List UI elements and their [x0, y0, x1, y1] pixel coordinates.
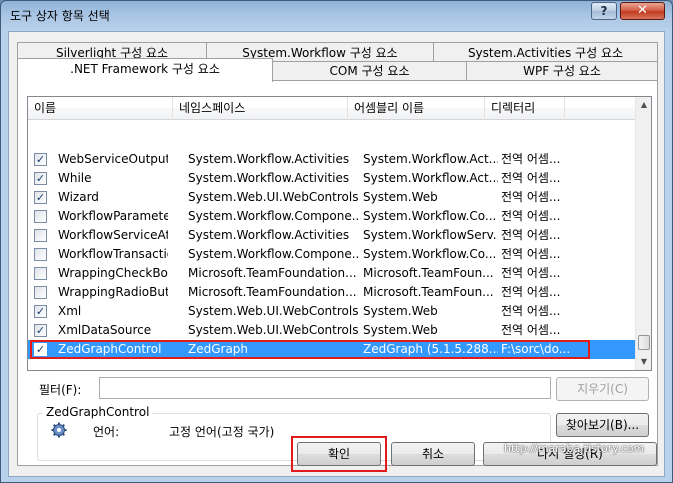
- component-list[interactable]: 이름 네임스페이스 어셈블리 이름 디렉터리 ✓ WebServiceOutput…: [27, 96, 652, 371]
- cancel-button[interactable]: 취소: [391, 442, 475, 466]
- item-namespace: Microsoft.TeamFoundation....: [188, 285, 358, 299]
- list-item[interactable]: ✓ ZedGraphControl ZedGraph ZedGraph (5.1.5.…: [28, 340, 635, 359]
- scroll-up-icon[interactable]: ▲: [636, 97, 651, 113]
- list-item[interactable]: ✓ XmlDataSource System.Web.UI.WebControls S…: [28, 321, 635, 340]
- item-directory: 전역 어셈...: [501, 152, 561, 166]
- item-namespace: System.Web.UI.WebControls: [188, 304, 358, 318]
- filter-label: 필터(F):: [39, 383, 82, 397]
- list-item[interactable]: WrappingCheckBox Microsoft.TeamFoundation…: [28, 264, 635, 283]
- list-item[interactable]: ✓ Wizard System.Web.UI.WebControls System.W…: [28, 188, 635, 207]
- item-directory: 전역 어셈...: [501, 209, 561, 223]
- item-checkbox[interactable]: [34, 229, 47, 242]
- item-name: While: [58, 171, 92, 185]
- window-title: 도구 상자 항목 선택: [10, 9, 110, 23]
- item-namespace: System.Workflow.Activities: [188, 171, 350, 185]
- item-assembly: System.Workflow.Act...: [363, 171, 498, 185]
- clear-button[interactable]: 지우기(C): [556, 377, 649, 401]
- item-checkbox[interactable]: ✓: [34, 324, 47, 337]
- item-namespace: System.Web.UI.WebControls: [188, 323, 358, 337]
- item-assembly: System.WorkflowServ...: [363, 228, 498, 242]
- item-name: WorkflowTransactio...: [58, 247, 168, 261]
- item-directory: F:\sorc\do...: [501, 342, 571, 356]
- language-value: 고정 언어(고정 국가): [169, 425, 275, 439]
- item-checkbox[interactable]: ✓: [34, 153, 47, 166]
- item-directory: 전역 어셈...: [501, 285, 561, 299]
- item-checkbox[interactable]: ✓: [34, 343, 47, 356]
- item-assembly: System.Workflow.Act...: [363, 152, 498, 166]
- column-header-directory[interactable]: 디렉터리: [485, 97, 565, 120]
- item-checkbox[interactable]: ✓: [34, 172, 47, 185]
- dialog-window: 도구 상자 항목 선택 ? ✕ Silverlight 구성 요소 System…: [0, 0, 673, 483]
- item-assembly: Microsoft.TeamFoun...: [363, 266, 494, 280]
- item-name: WorkflowServiceAttr...: [58, 228, 168, 242]
- item-directory: 전역 어셈...: [501, 228, 561, 242]
- item-directory: 전역 어셈...: [501, 171, 561, 185]
- tab-com[interactable]: COM 구성 요소: [272, 61, 467, 81]
- item-assembly: Microsoft.TeamFoun...: [363, 285, 494, 299]
- item-directory: 전역 어셈...: [501, 304, 561, 318]
- scroll-down-icon[interactable]: ▼: [636, 354, 651, 370]
- list-rows: ✓ WebServiceOutput System.Workflow.Activit…: [28, 150, 635, 359]
- list-item[interactable]: ✓ WebServiceOutput System.Workflow.Activit…: [28, 150, 635, 169]
- column-header-namespace[interactable]: 네임스페이스: [173, 97, 348, 120]
- item-namespace: ZedGraph: [188, 342, 249, 356]
- filter-input[interactable]: [99, 377, 551, 399]
- item-namespace: System.Web.UI.WebControls: [188, 190, 358, 204]
- item-namespace: System.Workflow.Compone...: [188, 209, 358, 223]
- item-checkbox[interactable]: ✓: [34, 305, 47, 318]
- item-checkbox[interactable]: [34, 210, 47, 223]
- list-item[interactable]: WorkflowParameter... System.Workflow.Comp…: [28, 207, 635, 226]
- language-key: 언어:: [93, 425, 120, 439]
- item-name: XmlDataSource: [58, 323, 152, 337]
- item-namespace: Microsoft.TeamFoundation....: [188, 266, 358, 280]
- gear-icon: [51, 422, 67, 438]
- item-name: WrappingRadioButton: [58, 285, 168, 299]
- ok-button[interactable]: 확인: [297, 442, 381, 466]
- item-directory: 전역 어셈...: [501, 266, 561, 280]
- item-name: Wizard: [58, 190, 99, 204]
- list-item[interactable]: ✓ Xml System.Web.UI.WebControls System.Web 전…: [28, 302, 635, 321]
- item-namespace: System.Workflow.Activities: [188, 152, 350, 166]
- item-assembly: System.Web: [363, 304, 438, 318]
- item-assembly: System.Workflow.Co...: [363, 247, 497, 261]
- component-info-title: ZedGraphControl: [43, 405, 153, 419]
- item-directory: 전역 어셈...: [501, 190, 561, 204]
- tab-dotnet-framework[interactable]: .NET Framework 구성 요소: [17, 58, 273, 82]
- item-directory: 전역 어셈...: [501, 323, 561, 337]
- list-item[interactable]: ✓ While System.Workflow.Activities System.W…: [28, 169, 635, 188]
- browse-button[interactable]: 찾아보기(B)...: [556, 413, 649, 437]
- item-assembly: System.Web: [363, 190, 438, 204]
- dialog-client: Silverlight 구성 요소 System.Workflow 구성 요소 …: [8, 31, 665, 477]
- scroll-thumb[interactable]: [638, 335, 650, 350]
- item-checkbox[interactable]: ✓: [34, 191, 47, 204]
- item-checkbox[interactable]: [34, 248, 47, 261]
- list-item[interactable]: WorkflowServiceAttr... System.Workflow.Ac…: [28, 226, 635, 245]
- item-namespace: System.Workflow.Activities: [188, 228, 350, 242]
- column-header-name[interactable]: 이름: [28, 97, 173, 120]
- list-item[interactable]: WorkflowTransactio... System.Workflow.Com…: [28, 245, 635, 264]
- column-header-assembly[interactable]: 어셈블리 이름: [348, 97, 485, 120]
- item-name: WorkflowParameter...: [58, 209, 168, 223]
- close-button[interactable]: ✕: [620, 2, 665, 20]
- item-name: ZedGraphControl: [58, 342, 162, 356]
- title-bar[interactable]: 도구 상자 항목 선택 ? ✕: [1, 1, 672, 31]
- list-header: 이름 네임스페이스 어셈블리 이름 디렉터리: [28, 97, 635, 120]
- tab-wpf[interactable]: WPF 구성 요소: [466, 61, 658, 81]
- item-name: Xml: [58, 304, 82, 318]
- item-name: WrappingCheckBox: [58, 266, 168, 280]
- watermark-text: http://maraba.tistory.com: [504, 442, 645, 455]
- item-namespace: System.Workflow.Compone...: [188, 247, 358, 261]
- list-item[interactable]: WrappingRadioButton Microsoft.TeamFoundat…: [28, 283, 635, 302]
- item-directory: 전역 어셈...: [501, 247, 561, 261]
- item-assembly: System.Web: [363, 323, 438, 337]
- help-button[interactable]: ?: [591, 2, 617, 20]
- item-checkbox[interactable]: [34, 267, 47, 280]
- item-name: WebServiceOutput: [58, 152, 168, 166]
- item-checkbox[interactable]: [34, 286, 47, 299]
- item-assembly: ZedGraph (5.1.5.288...: [363, 342, 498, 356]
- item-assembly: System.Workflow.Co...: [363, 209, 497, 223]
- vertical-scrollbar[interactable]: ▲ ▼: [635, 97, 651, 370]
